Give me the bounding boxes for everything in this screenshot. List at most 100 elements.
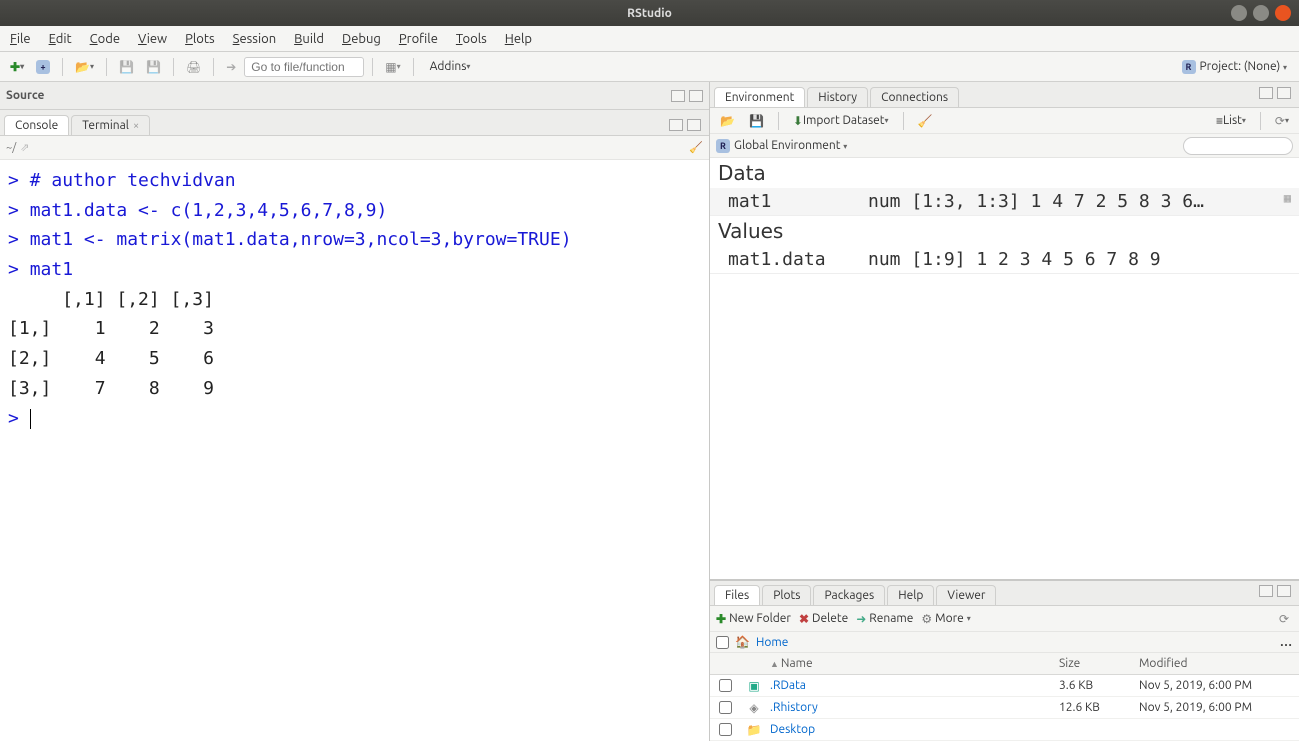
file-row[interactable]: ◈.Rhistory12.6 KBNov 5, 2019, 6:00 PM (710, 697, 1299, 719)
env-scope-selector[interactable]: Global Environment ▾ (734, 139, 847, 152)
toolbar-separator (903, 112, 904, 130)
env-pane-restore-icon[interactable] (1259, 87, 1273, 99)
console-pane-minimize-icon[interactable] (687, 119, 701, 131)
console-line: > mat1 <- matrix(mat1.data,nrow=3,ncol=3… (8, 225, 701, 255)
menu-file[interactable]: File (10, 32, 31, 46)
tab-plots[interactable]: Plots (762, 585, 811, 605)
col-size-header[interactable]: Size (1059, 657, 1139, 670)
import-dataset-button[interactable]: ⬇ Import Dataset ▾ (789, 111, 893, 131)
menu-edit[interactable]: Edit (49, 32, 72, 46)
tab-files[interactable]: Files (714, 585, 760, 605)
env-pane-maximize-icon[interactable] (1277, 87, 1291, 99)
file-name[interactable]: .RData (768, 679, 1059, 692)
new-folder-button[interactable]: ✚New Folder (716, 612, 791, 626)
file-row[interactable]: ▣.RData3.6 KBNov 5, 2019, 6:00 PM (710, 675, 1299, 697)
toolbar-separator (1260, 112, 1261, 130)
console-line: > # author techvidvan (8, 166, 701, 196)
console-nav-icon[interactable]: ⇗ (20, 141, 29, 154)
file-name[interactable]: Desktop (768, 723, 1059, 736)
files-toolbar: ✚New Folder ✖Delete ➜Rename ⚙More ▾ ⟳ (710, 606, 1299, 631)
console-line: [,1] [,2] [,3] (8, 285, 701, 315)
source-pane-title: Source (6, 89, 671, 102)
file-checkbox[interactable] (719, 701, 732, 714)
project-selector[interactable]: Project: (None) ▾ (1200, 60, 1288, 73)
path-home-link[interactable]: Home (756, 636, 788, 649)
refresh-env-button[interactable]: ⟳▾ (1271, 111, 1293, 131)
save-workspace-button[interactable]: 💾 (745, 111, 768, 131)
more-button[interactable]: ⚙More ▾ (921, 612, 970, 626)
delete-button[interactable]: ✖Delete (799, 612, 848, 626)
menu-help[interactable]: Help (505, 32, 532, 46)
window-close-button[interactable] (1275, 5, 1291, 21)
env-var-name: mat1.data (718, 249, 868, 270)
load-workspace-button[interactable]: 📂 (716, 111, 739, 131)
grid-icon (1275, 249, 1291, 270)
tab-history[interactable]: History (807, 87, 868, 107)
open-file-button[interactable]: 📂▾ (71, 57, 98, 77)
console-working-dir: ~/ (6, 142, 16, 154)
env-row[interactable]: mat1num [1:3, 1:3] 1 4 7 2 5 8 3 6…▦ (710, 188, 1299, 216)
file-row[interactable]: 📁Desktop (710, 719, 1299, 741)
save-all-button[interactable]: 💾 (142, 57, 165, 77)
console-output[interactable]: > # author techvidvan> mat1.data <- c(1,… (0, 160, 709, 741)
list-view-button[interactable]: ≡ List ▾ (1212, 111, 1250, 131)
env-var-name: mat1 (718, 191, 868, 212)
menu-debug[interactable]: Debug (342, 32, 381, 46)
window-minimize-button[interactable] (1231, 5, 1247, 21)
file-checkbox[interactable] (719, 679, 732, 692)
goto-file-input[interactable] (244, 57, 364, 77)
tab-viewer[interactable]: Viewer (936, 585, 996, 605)
main-split: Source Console Terminal× ~/ ⇗ 🧹 > # auth… (0, 82, 1299, 741)
clear-objects-button[interactable]: 🧹 (914, 111, 937, 131)
toolbar-separator (778, 112, 779, 130)
new-project-button[interactable]: + (32, 57, 54, 77)
print-button[interactable]: 🖨 (182, 57, 205, 77)
tab-help[interactable]: Help (887, 585, 934, 605)
clear-console-icon[interactable]: 🧹 (689, 141, 703, 154)
close-icon[interactable]: × (133, 120, 139, 132)
menu-profile[interactable]: Profile (399, 32, 438, 46)
source-pane-restore-icon[interactable] (671, 90, 685, 102)
menu-code[interactable]: Code (90, 32, 120, 46)
col-name-header[interactable]: ▲Name (768, 657, 1059, 670)
window-maximize-button[interactable] (1253, 5, 1269, 21)
menu-build[interactable]: Build (294, 32, 324, 46)
menu-plots[interactable]: Plots (185, 32, 215, 46)
refresh-files-button[interactable]: ⟳ (1275, 609, 1293, 629)
file-type-icon: ◈ (740, 701, 768, 715)
col-modified-header[interactable]: Modified (1139, 657, 1299, 670)
env-row[interactable]: mat1.datanum [1:9] 1 2 3 4 5 6 7 8 9 (710, 246, 1299, 274)
new-file-button[interactable]: ✚▾ (6, 57, 28, 77)
source-pane-maximize-icon[interactable] (689, 90, 703, 102)
save-button[interactable]: 💾 (115, 57, 138, 77)
menu-session[interactable]: Session (233, 32, 276, 46)
console-pane-restore-icon[interactable] (669, 119, 683, 131)
files-path-bar: 🏠 Home … (710, 632, 1299, 654)
menu-view[interactable]: View (138, 32, 167, 46)
env-search-input[interactable] (1183, 137, 1293, 155)
menu-bar: File Edit Code View Plots Session Build Debug Pr… (0, 26, 1299, 52)
console-path-bar: ~/ ⇗ 🧹 (0, 136, 709, 160)
file-modified: Nov 5, 2019, 6:00 PM (1139, 701, 1299, 714)
home-icon[interactable]: 🏠 (735, 635, 750, 649)
addins-button[interactable]: Addins ▾ (422, 57, 479, 77)
select-all-checkbox[interactable] (716, 636, 729, 649)
tab-environment[interactable]: Environment (714, 87, 805, 107)
tab-terminal[interactable]: Terminal× (71, 115, 150, 135)
files-pane-maximize-icon[interactable] (1277, 585, 1291, 597)
workspace-panes-button[interactable]: ▦▾ (381, 57, 404, 77)
goto-icon: ➔ (222, 57, 240, 77)
menu-tools[interactable]: Tools (456, 32, 487, 46)
tab-console[interactable]: Console (4, 115, 69, 135)
file-size: 12.6 KB (1059, 701, 1139, 714)
rename-button[interactable]: ➜Rename (856, 612, 913, 626)
toolbar-separator (413, 58, 414, 76)
grid-icon[interactable]: ▦ (1275, 191, 1291, 212)
tab-connections[interactable]: Connections (870, 87, 959, 107)
env-section-values: Values (710, 216, 1299, 246)
files-pane-restore-icon[interactable] (1259, 585, 1273, 597)
file-checkbox[interactable] (719, 723, 732, 736)
file-name[interactable]: .Rhistory (768, 701, 1059, 714)
tab-packages[interactable]: Packages (813, 585, 885, 605)
path-more-button[interactable]: … (1280, 636, 1293, 649)
